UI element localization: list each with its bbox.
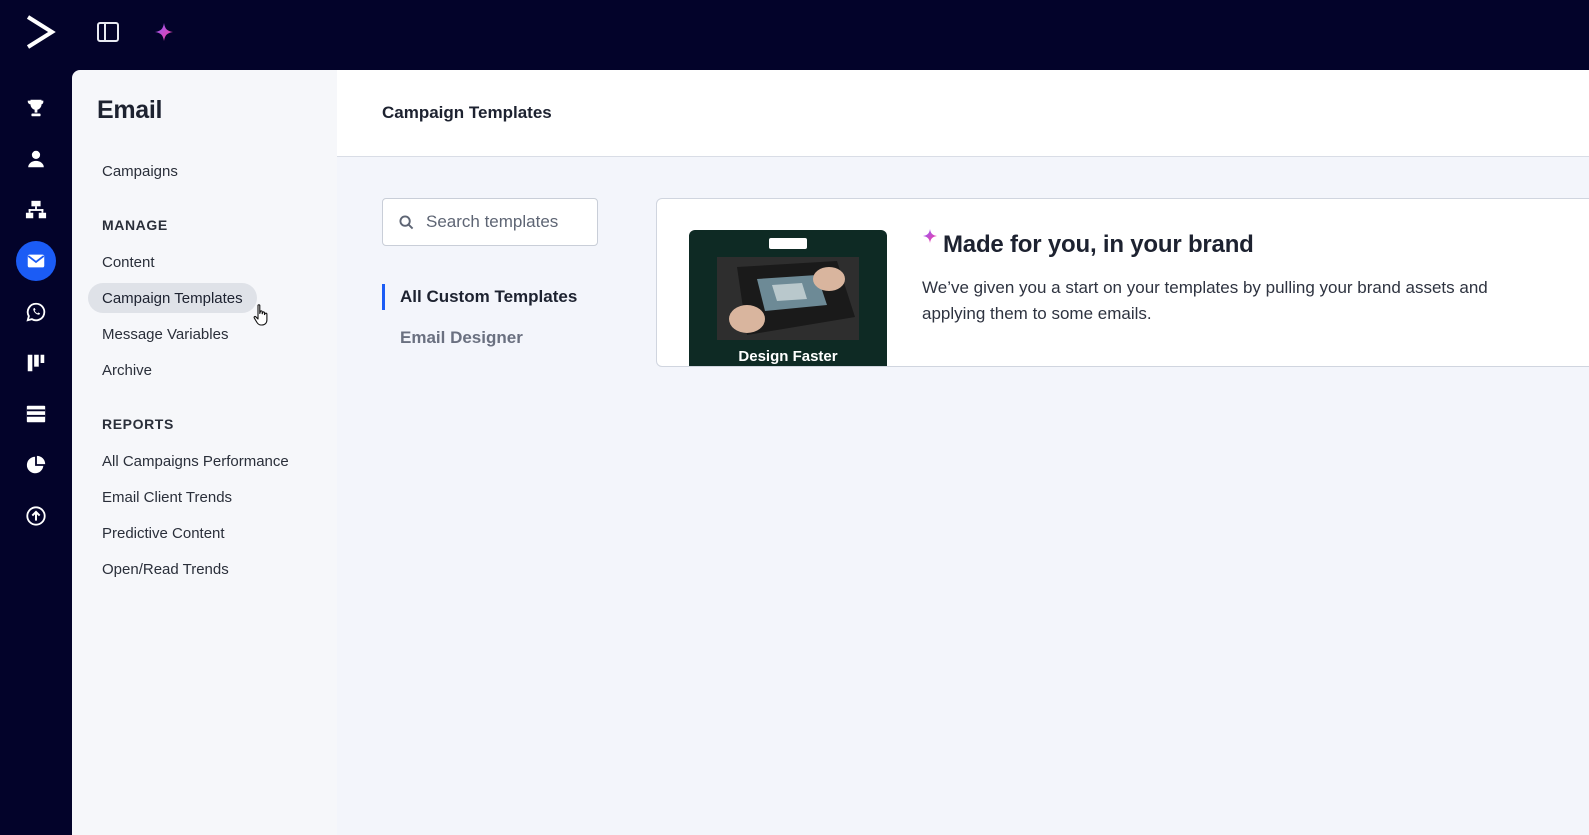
page-header: Campaign Templates (337, 70, 1589, 157)
rail-item-upgrade[interactable] (16, 496, 56, 536)
rail-item-automations[interactable] (16, 190, 56, 230)
search-input[interactable] (426, 212, 586, 232)
upload-arrow-icon (26, 506, 46, 526)
subnav-item-predictive-content[interactable]: Predictive Content (88, 518, 239, 548)
filter-all-custom-templates[interactable]: All Custom Templates (382, 284, 577, 310)
subnav-item-open-read-trends[interactable]: Open/Read Trends (88, 554, 243, 584)
rail-item-website[interactable] (16, 394, 56, 434)
main-content: Campaign Templates All Custom Templates … (337, 70, 1589, 835)
thumbnail-caption: Design Faster (738, 348, 838, 365)
laptop-hands-illustration (717, 257, 859, 340)
subnav-item-campaigns[interactable]: Campaigns (88, 156, 192, 186)
rail-item-whatsapp[interactable] (16, 292, 56, 332)
brand-templates-promo-card: Design Faster Made for you, in your bran… (656, 198, 1589, 367)
search-icon (399, 214, 414, 229)
template-thumbnail[interactable]: Design Faster (689, 230, 887, 366)
automation-tree-icon (25, 200, 47, 219)
rail-item-email[interactable] (16, 241, 56, 281)
reports-heading: REPORTS (102, 416, 174, 432)
thumbnail-laptop-photo (717, 257, 859, 340)
promo-description: We’ve given you a start on your template… (922, 278, 1488, 323)
subnav-item-email-client-trends[interactable]: Email Client Trends (88, 482, 246, 512)
rail-item-goals[interactable] (16, 88, 56, 128)
landing-pages-icon (26, 405, 46, 423)
page-title: Campaign Templates (382, 103, 552, 122)
rail-item-contacts[interactable] (16, 139, 56, 179)
hand-cursor-icon (253, 304, 268, 326)
email-envelope-icon (27, 254, 45, 268)
manage-heading: MANAGE (102, 217, 168, 233)
search-templates-field[interactable] (382, 198, 598, 246)
sparkle-icon[interactable] (153, 21, 175, 43)
subnav-item-message-variables[interactable]: Message Variables (88, 319, 242, 349)
rail-item-deals[interactable] (16, 343, 56, 383)
rail-item-reports[interactable] (16, 445, 56, 485)
contact-person-icon (28, 150, 44, 168)
subnav-item-content[interactable]: Content (88, 247, 169, 277)
trophy-icon (27, 99, 44, 117)
subnav-title: Email (97, 96, 163, 124)
subnav-item-campaign-templates[interactable]: Campaign Templates (88, 283, 257, 313)
promo-title: Made for you, in your brand (943, 231, 1254, 258)
email-subnav: Email Campaigns MANAGE Content Campaign … (72, 70, 337, 835)
top-bar (0, 0, 1589, 70)
subnav-item-all-campaigns-performance[interactable]: All Campaigns Performance (88, 446, 303, 476)
filter-email-designer[interactable]: Email Designer (382, 325, 523, 351)
pipeline-bars-icon (27, 354, 45, 372)
sidebar-panel-icon[interactable] (96, 20, 120, 44)
activecampaign-logo-icon[interactable] (22, 14, 56, 50)
reports-pie-icon (26, 455, 46, 474)
whatsapp-icon (26, 302, 46, 322)
subnav-item-archive[interactable]: Archive (88, 355, 166, 385)
thumbnail-logo-pill (769, 238, 807, 249)
app-icon-rail (0, 70, 72, 835)
sparkle-icon (923, 229, 937, 243)
